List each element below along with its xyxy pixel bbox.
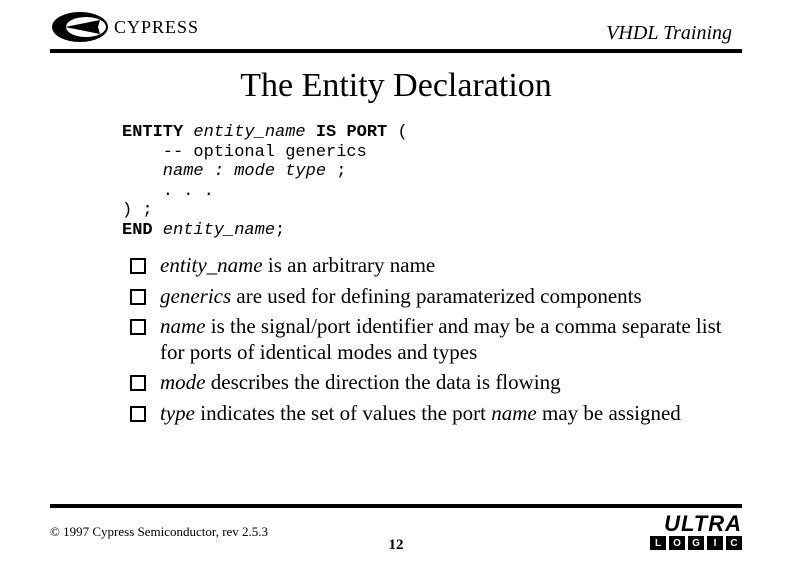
- bullet-term: name: [491, 401, 537, 425]
- copyright-text: © 1997 Cypress Semiconductor, rev 2.5.3: [50, 524, 268, 540]
- bullet-text: are used for defining paramaterized comp…: [231, 284, 642, 308]
- cypress-logo-icon: [50, 10, 110, 45]
- list-item: name is the signal/port identifier and m…: [130, 313, 732, 366]
- ultra-logo-text: ULTRA: [664, 514, 742, 534]
- ultra-box: C: [726, 536, 742, 550]
- slide-header: CYPRESS VHDL Training: [0, 0, 792, 45]
- slide-title: The Entity Declaration: [0, 67, 792, 105]
- bullet-text: may be assigned: [537, 401, 681, 425]
- bullet-list: entity_name is an arbitrary name generic…: [130, 252, 732, 426]
- page-number: 12: [389, 537, 404, 554]
- code-text: ;: [275, 221, 285, 240]
- list-item: mode describes the direction the data is…: [130, 369, 732, 395]
- bullet-term: name: [160, 314, 206, 338]
- bullet-term: type: [160, 401, 195, 425]
- ultra-logic-boxes: L O G I C: [650, 536, 742, 550]
- cypress-logo-text: CYPRESS: [114, 17, 199, 38]
- footer-divider: [50, 504, 742, 508]
- list-item: entity_name is an arbitrary name: [130, 252, 732, 278]
- code-text: ) ;: [122, 201, 153, 220]
- ultra-box: O: [669, 536, 685, 550]
- code-text: ;: [326, 162, 346, 181]
- bullet-text: describes the direction the data is flow…: [206, 370, 561, 394]
- list-item: generics are used for defining paramater…: [130, 283, 732, 309]
- code-keyword: END: [122, 221, 153, 240]
- code-block: ENTITY entity_name IS PORT ( -- optional…: [122, 123, 792, 240]
- ultra-logo: ULTRA L O G I C: [650, 514, 742, 550]
- code-ident: entity_name: [183, 123, 305, 142]
- ultra-box: G: [688, 536, 704, 550]
- bullet-text: indicates the set of values the port: [195, 401, 491, 425]
- slide-footer: © 1997 Cypress Semiconductor, rev 2.5.3 …: [50, 504, 742, 550]
- ultra-box: L: [650, 536, 666, 550]
- code-keyword: ENTITY: [122, 123, 183, 142]
- code-comment: -- optional generics: [122, 143, 367, 162]
- ultra-box: I: [707, 536, 723, 550]
- code-text: (: [387, 123, 407, 142]
- code-ident: entity_name: [153, 221, 275, 240]
- code-text: . . .: [122, 182, 214, 201]
- bullet-term: entity_name: [160, 253, 263, 277]
- header-divider: [50, 49, 742, 53]
- code-keyword: IS PORT: [306, 123, 388, 142]
- bullet-term: generics: [160, 284, 231, 308]
- bullet-term: mode: [160, 370, 206, 394]
- bullet-text: is an arbitrary name: [263, 253, 436, 277]
- code-ident: name : mode type: [122, 162, 326, 181]
- list-item: type indicates the set of values the por…: [130, 400, 732, 426]
- bullet-text: is the signal/port identifier and may be…: [160, 314, 722, 364]
- footer-row: © 1997 Cypress Semiconductor, rev 2.5.3 …: [50, 514, 742, 550]
- header-title: VHDL Training: [606, 22, 732, 45]
- cypress-logo: CYPRESS: [50, 10, 199, 45]
